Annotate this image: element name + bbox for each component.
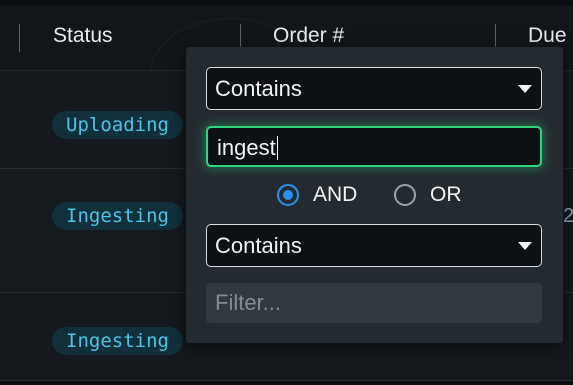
column-header-status[interactable]: Status	[53, 23, 113, 49]
status-badge: Ingesting	[52, 202, 183, 230]
status-badge: Uploading	[52, 111, 183, 139]
radio-or-label: OR	[430, 183, 462, 206]
radio-checked-icon	[277, 184, 299, 206]
filter-value-input[interactable]: ingest	[206, 126, 542, 167]
status-badge: Ingesting	[52, 327, 183, 355]
column-filter-popup: Contains ingest AND OR Contains Filter..…	[186, 47, 563, 343]
column-header-order-number[interactable]: Order #	[273, 23, 344, 49]
radio-and-label: AND	[313, 183, 358, 206]
filter-value-input-2[interactable]: Filter...	[206, 283, 542, 323]
filter-operator-value: Contains	[215, 76, 302, 101]
caret-down-icon	[518, 242, 532, 250]
caret-down-icon	[518, 85, 532, 93]
join-operator-group: AND OR	[186, 183, 563, 211]
column-resize-handle[interactable]	[19, 24, 20, 52]
filter-value-content: ingest	[217, 135, 276, 160]
filter-placeholder-text: Filter...	[215, 290, 282, 315]
filter-operator-select-2[interactable]: Contains	[206, 224, 542, 267]
app-frame: Status Order # Due Uploading Ingesting 2…	[0, 0, 573, 385]
filter-operator-select[interactable]: Contains	[206, 67, 542, 110]
column-header-due[interactable]: Due	[528, 23, 567, 49]
text-cursor	[276, 136, 279, 160]
table-cell-due: 2	[563, 205, 573, 227]
filter-operator-value-2: Contains	[215, 233, 302, 258]
filter-value-text: ingest	[217, 135, 279, 161]
radio-unchecked-icon	[394, 184, 416, 206]
